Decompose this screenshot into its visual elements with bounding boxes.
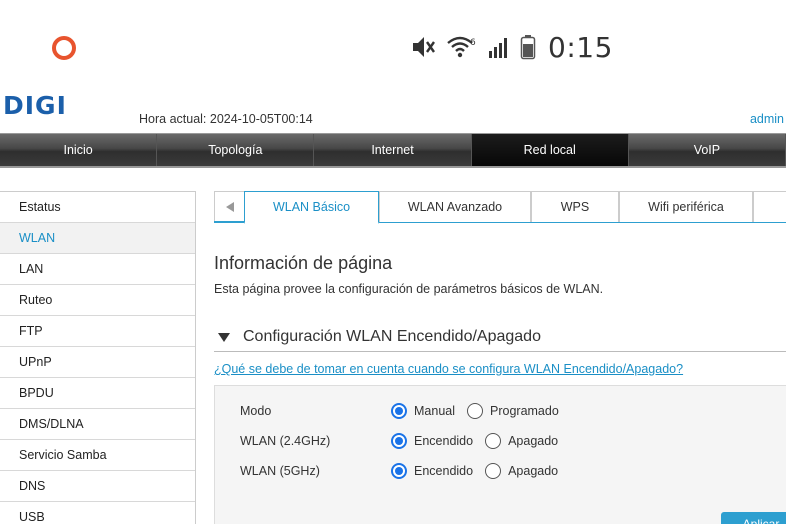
sidebar-item-upnp[interactable]: UPnP [0, 346, 195, 377]
logo-text: DIGI [3, 93, 67, 117]
nav-red-local[interactable]: Red local [471, 134, 629, 166]
sidebar-item-usb[interactable]: USB [0, 501, 195, 524]
digi-logo: DIGI [3, 93, 67, 117]
wlan-onoff-form: Modo Manual Programado WLAN (2.4GHz) Enc… [214, 385, 786, 524]
wlan-5-apagado-radio[interactable] [485, 463, 502, 479]
wlan-24-encendido-label[interactable]: Encendido [414, 434, 473, 448]
wlan-5-radio-group: Encendido Apagado [391, 463, 570, 479]
sidebar-item-servicio-samba[interactable]: Servicio Samba [0, 439, 195, 470]
page-title: Información de página [214, 253, 393, 273]
tab-overflow[interactable] [753, 191, 786, 222]
main-navigation: Inicio Topología Internet Red local VoIP [0, 133, 786, 168]
status-clock: 0:15 [548, 30, 613, 64]
system-icons: 6 0:15 [410, 30, 613, 64]
wifi-badge: 6 [470, 38, 476, 48]
sidebar-item-lan[interactable]: LAN [0, 253, 195, 284]
sidebar-item-estatus[interactable]: Estatus [0, 191, 195, 222]
wlan-5-encendido-label[interactable]: Encendido [414, 464, 473, 478]
wlan-5-label: WLAN (5GHz) [240, 464, 320, 478]
sidebar-item-dms-dlna[interactable]: DMS/DLNA [0, 408, 195, 439]
page-description: Esta página provee la configuración de p… [214, 282, 604, 296]
modo-label: Modo [240, 404, 272, 418]
mute-icon [413, 37, 435, 57]
modo-programado-radio[interactable] [467, 403, 483, 419]
wlan-24-apagado-radio[interactable] [485, 433, 502, 449]
modo-programado-label[interactable]: Programado [490, 404, 559, 418]
help-link[interactable]: ¿Qué se debe de tomar en cuenta cuando s… [214, 362, 683, 376]
wlan-5-encendido-radio[interactable] [391, 463, 407, 479]
apply-button[interactable]: Aplicar [721, 512, 786, 524]
tab-scroll-left-button[interactable] [214, 191, 244, 221]
wifi-icon: 6 [447, 36, 476, 58]
system-status-bar: 6 0:15 [0, 0, 786, 90]
nav-voip[interactable]: VoIP [629, 134, 786, 166]
app-notification-icon [52, 36, 76, 60]
sidebar-item-bpdu[interactable]: BPDU [0, 377, 195, 408]
tab-wifi-periferica[interactable]: Wifi periférica [619, 191, 753, 222]
modo-manual-label[interactable]: Manual [414, 404, 455, 418]
wlan-5-apagado-label[interactable]: Apagado [508, 464, 558, 478]
sidebar: Estatus WLAN LAN Ruteo FTP UPnP BPDU DMS… [0, 191, 196, 524]
modo-radio-group: Manual Programado [391, 403, 571, 419]
sidebar-item-ftp[interactable]: FTP [0, 315, 195, 346]
nav-topologia[interactable]: Topología [157, 134, 315, 166]
modo-manual-radio[interactable] [391, 403, 407, 419]
tab-wlan-basico[interactable]: WLAN Básico [244, 191, 379, 224]
nav-internet[interactable]: Internet [314, 134, 472, 166]
wlan-24-label: WLAN (2.4GHz) [240, 434, 331, 448]
collapse-triangle-icon [218, 332, 230, 342]
nav-inicio[interactable]: Inicio [0, 134, 158, 166]
wlan-24-radio-group: Encendido Apagado [391, 433, 570, 449]
wlan-24-apagado-label[interactable]: Apagado [508, 434, 558, 448]
sub-tabs: WLAN Básico WLAN Avanzado WPS Wifi perif… [214, 191, 786, 224]
current-time: Hora actual: 2024-10-05T00:14 [139, 112, 313, 126]
section-header[interactable]: Configuración WLAN Encendido/Apagado [214, 323, 786, 352]
sidebar-item-dns[interactable]: DNS [0, 470, 195, 501]
battery-icon [520, 35, 536, 60]
sidebar-item-wlan[interactable]: WLAN [0, 222, 195, 253]
triangle-left-icon [225, 201, 234, 212]
wlan-24-encendido-radio[interactable] [391, 433, 407, 449]
section-title: Configuración WLAN Encendido/Apagado [243, 328, 541, 345]
sidebar-item-ruteo[interactable]: Ruteo [0, 284, 195, 315]
tab-wps[interactable]: WPS [531, 191, 619, 222]
tab-wlan-avanzado[interactable]: WLAN Avanzado [379, 191, 531, 222]
signal-icon [489, 38, 507, 58]
admin-user-link[interactable]: admin [750, 112, 784, 126]
